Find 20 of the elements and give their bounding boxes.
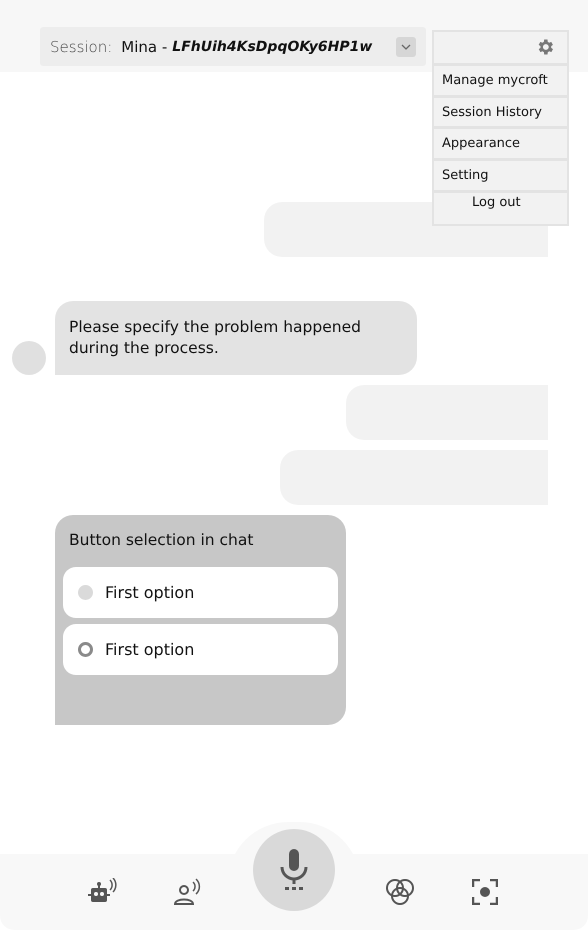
chevron-down-icon <box>401 44 411 50</box>
message-text: Please specify the problem happened during the process. <box>69 318 361 357</box>
option-button[interactable]: First option <box>63 624 338 675</box>
focus-frame-icon <box>472 879 498 905</box>
menu-item[interactable]: Setting <box>434 161 567 194</box>
card-title: Button selection in chat <box>68 531 254 551</box>
menu-item[interactable]: Log out <box>434 193 567 224</box>
session-label: Session: <box>50 38 112 56</box>
session-user: Mina - <box>121 38 168 56</box>
option-button[interactable]: First option <box>63 567 338 618</box>
avatar <box>12 341 46 375</box>
session-id: LFhUih4KsDpqOKy6HP1w <box>172 38 372 54</box>
dropdown-button[interactable] <box>396 36 416 56</box>
menu-item[interactable]: Appearance <box>434 129 567 162</box>
overlapping-circles-icon <box>385 878 416 906</box>
menu-item[interactable]: Session History <box>434 98 567 130</box>
session-selector[interactable]: Session: Mina - LFhUih4KsDpqOKy6HP1w <box>40 27 426 66</box>
menu-item[interactable]: Manage mycroft <box>434 66 567 98</box>
person-voice-icon <box>172 878 203 906</box>
microphone-icon <box>280 849 308 891</box>
